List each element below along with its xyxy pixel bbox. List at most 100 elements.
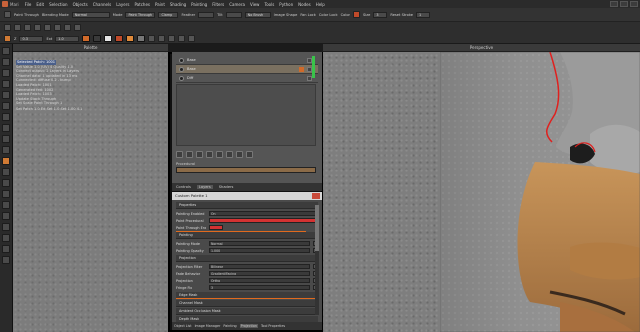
group-channel-mask[interactable]: Channel Mask [176, 300, 318, 307]
close-palette-button[interactable] [312, 193, 320, 199]
brush-icon[interactable] [188, 35, 196, 42]
wireframe-icon[interactable] [44, 24, 51, 31]
tab-controls[interactable]: Controls [176, 185, 191, 189]
viewport-tab-palette[interactable]: Palette [13, 44, 168, 52]
move-tool-icon[interactable] [2, 58, 10, 66]
swatch-5[interactable] [126, 35, 135, 42]
mask-icon[interactable] [148, 35, 156, 42]
prop-paint-through[interactable]: Paint Through Enabled [176, 224, 318, 231]
adjustment-layer-icon[interactable] [216, 151, 223, 158]
palette-scrollbar[interactable] [315, 205, 319, 315]
prop-value[interactable]: Gradient/Facing [209, 271, 310, 276]
prop-value[interactable] [209, 218, 318, 223]
swatch-2[interactable] [93, 35, 102, 42]
menu-help[interactable]: Help [316, 2, 325, 7]
menu-selection[interactable]: Selection [49, 2, 67, 7]
prop-value[interactable]: 3 [209, 285, 310, 290]
visibility-icon[interactable] [179, 66, 184, 72]
visibility-icon[interactable] [179, 75, 184, 81]
settings-tool-icon[interactable] [2, 245, 10, 253]
layer-lock-icon[interactable] [299, 57, 304, 63]
select-tool-icon[interactable] [2, 47, 10, 55]
feather-field[interactable] [198, 11, 215, 18]
delete-layer-icon[interactable] [246, 151, 253, 158]
clone-tool-icon[interactable] [2, 102, 10, 110]
brush-select[interactable]: No Brush [244, 11, 271, 18]
menu-file[interactable]: File [25, 2, 32, 7]
group-ao-mask[interactable]: Ambient Occlusion Mask [176, 308, 318, 315]
scrollbar-thumb[interactable] [315, 205, 319, 251]
tab-layers[interactable]: Layers [196, 185, 213, 189]
prop-painting-mode[interactable]: Painting Mode Normal [176, 240, 318, 247]
viewport-uvs[interactable] [440, 52, 640, 332]
lasso-icon[interactable] [178, 35, 186, 42]
menu-tools[interactable]: Tools [264, 2, 274, 7]
size-field[interactable]: 3 [373, 11, 388, 18]
viewport-tab-perspective[interactable]: Perspective [323, 44, 640, 52]
group-painting[interactable]: Painting [176, 232, 318, 239]
lighting-icon[interactable] [54, 24, 61, 31]
menu-paint[interactable]: Paint [155, 2, 165, 7]
redo-icon[interactable] [14, 24, 21, 31]
tab-painting[interactable]: Painting [223, 324, 236, 328]
menu-shading[interactable]: Shading [170, 2, 186, 7]
tab-shaders[interactable]: Shaders [219, 185, 234, 189]
menu-objects[interactable]: Objects [73, 2, 88, 7]
menu-patches[interactable]: Patches [134, 2, 150, 7]
fill-tool-icon[interactable] [2, 146, 10, 154]
undo-icon[interactable] [4, 24, 11, 31]
transform-icon[interactable] [158, 35, 166, 42]
paint-mode-icon[interactable] [4, 35, 11, 42]
swatch-3[interactable] [104, 35, 113, 42]
blur-tool-icon[interactable] [2, 113, 10, 121]
prop-paint-procedural[interactable]: Paint Procedural [176, 217, 318, 224]
menu-channels[interactable]: Channels [93, 2, 112, 7]
prop-value[interactable]: Normal [209, 241, 310, 246]
mask-layer-icon[interactable] [206, 151, 213, 158]
minimize-button[interactable] [610, 1, 618, 7]
prop-projection[interactable]: Projection Ortho [176, 277, 318, 284]
menu-view[interactable]: View [250, 2, 260, 7]
menu-layers[interactable]: Layers [116, 2, 129, 7]
tab-projection[interactable]: Projection [239, 324, 258, 328]
z-field[interactable]: 0.3 [19, 35, 44, 42]
eyedropper-tool-icon[interactable] [2, 179, 10, 187]
eraser-tool-icon[interactable] [2, 135, 10, 143]
smear-tool-icon[interactable] [2, 124, 10, 132]
blending-mode-select[interactable]: Normal [71, 11, 110, 18]
layer-row[interactable]: Base [176, 56, 318, 65]
group-projection[interactable]: Projection [176, 255, 318, 262]
group-layer-icon[interactable] [196, 151, 203, 158]
menu-painting[interactable]: Painting [191, 2, 207, 7]
light-tool-icon[interactable] [2, 223, 10, 231]
maximize-button[interactable] [620, 1, 628, 7]
camera-icon[interactable] [24, 24, 31, 31]
close-button[interactable] [630, 1, 638, 7]
gradient-tool-icon[interactable] [2, 168, 10, 176]
clamp-button[interactable]: Clamp [158, 11, 179, 18]
prop-painting-enabled[interactable]: Painting Enabled On [176, 210, 318, 217]
prop-value[interactable]: 1.000 [209, 248, 310, 253]
viewport-perspective[interactable] [323, 52, 440, 332]
tab-tool-properties[interactable]: Tool Properties [261, 324, 285, 328]
layer-lock-icon[interactable] [299, 75, 304, 81]
prop-value[interactable]: Ortho [209, 278, 310, 283]
layer-row[interactable]: Base [176, 65, 318, 74]
mode-select[interactable]: Paint Through [125, 11, 156, 18]
swatch-4[interactable] [115, 35, 124, 42]
menu-camera[interactable]: Camera [229, 2, 245, 7]
prop-value[interactable] [209, 225, 223, 230]
tab-object-list[interactable]: Object List [174, 324, 192, 328]
menu-filters[interactable]: Filters [212, 2, 224, 7]
scale-tool-icon[interactable] [2, 80, 10, 88]
projection-tool-icon[interactable] [2, 157, 10, 165]
flatten-layer-icon[interactable] [236, 151, 243, 158]
grid-icon[interactable] [34, 24, 41, 31]
measure-tool-icon[interactable] [2, 201, 10, 209]
add-layer-icon[interactable] [176, 151, 183, 158]
camera-tool-icon[interactable] [2, 212, 10, 220]
procedural-field[interactable] [176, 167, 316, 173]
opacity-field[interactable]: 1 [416, 11, 431, 18]
prop-fade-behavior[interactable]: Fade Behavior Gradient/Facing [176, 270, 318, 277]
layers-list-area[interactable] [176, 84, 316, 146]
